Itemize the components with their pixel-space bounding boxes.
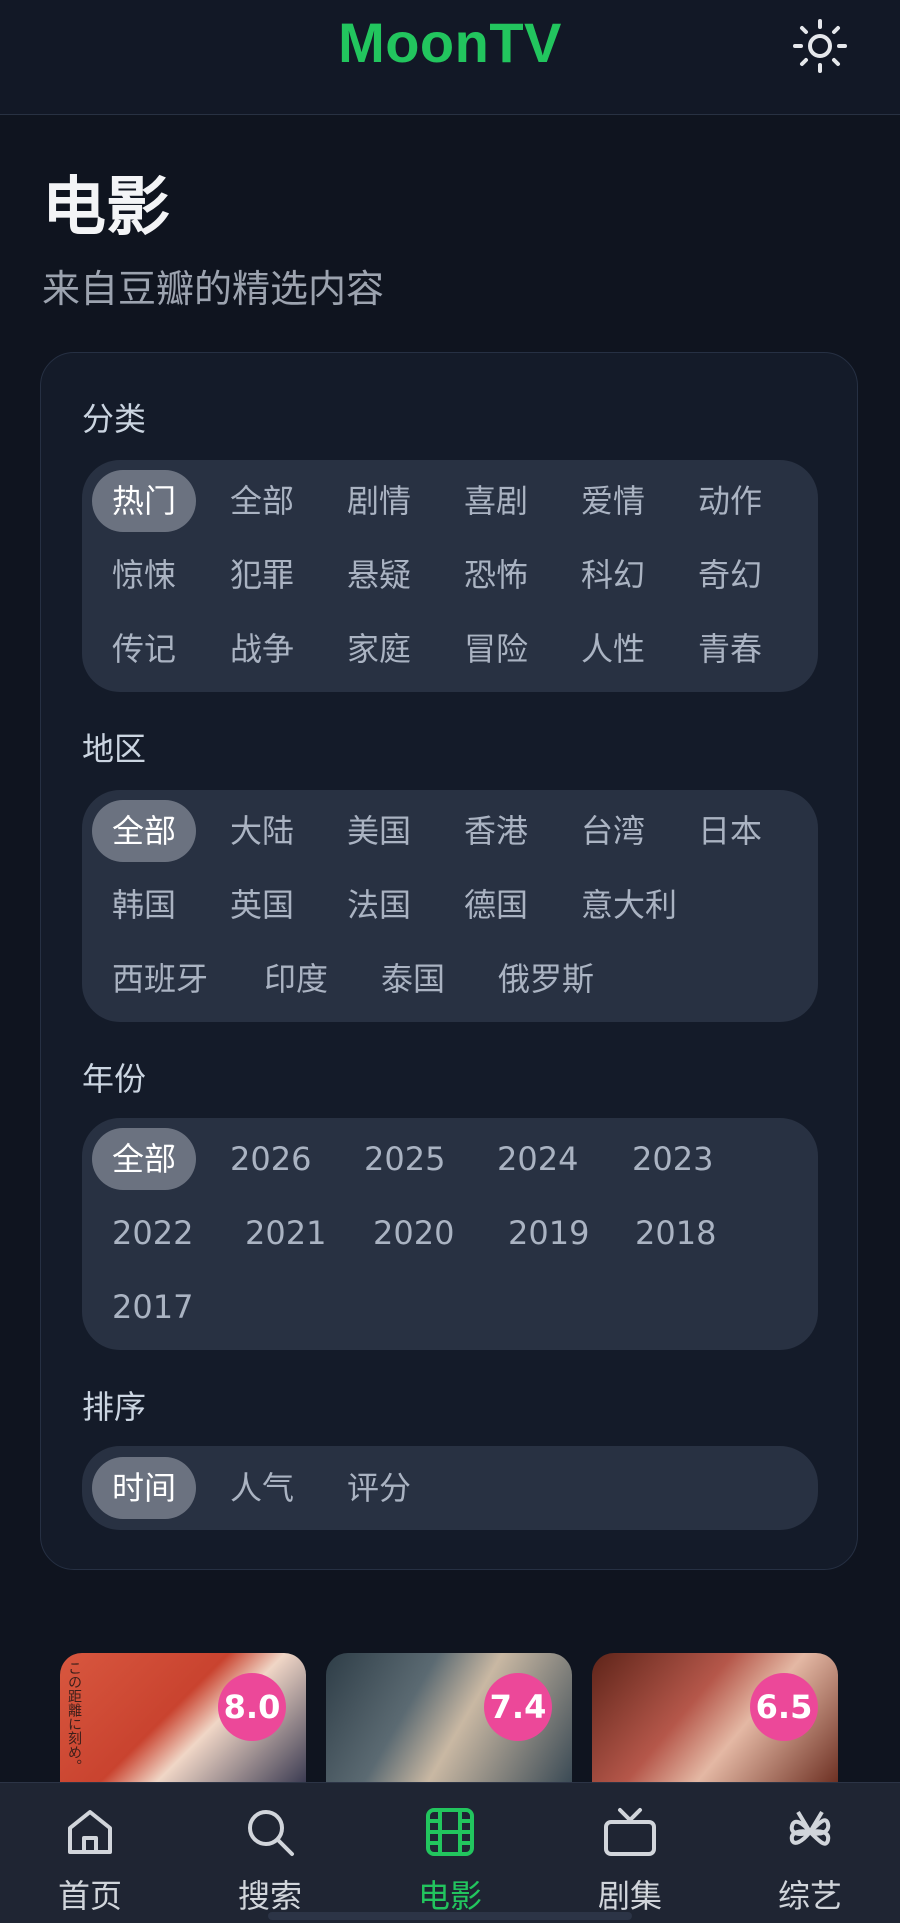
chip-year-2020[interactable]: 2020 xyxy=(373,1202,454,1264)
chip-category-action[interactable]: 动作 xyxy=(698,470,762,532)
chip-region-spain[interactable]: 西班牙 xyxy=(112,948,208,1010)
chip-year-2017[interactable]: 2017 xyxy=(112,1276,193,1338)
region-options: 全部 大陆 美国 香港 台湾 日本 韩国 英国 法国 德国 意大利 西班牙 印度… xyxy=(82,790,818,1022)
theme-toggle-button[interactable] xyxy=(788,14,852,78)
chip-region-hongkong[interactable]: 香港 xyxy=(464,800,528,862)
chip-year-2025[interactable]: 2025 xyxy=(364,1128,445,1190)
movie-card[interactable]: 7.4 xyxy=(326,1653,572,1783)
category-options: 热门 全部 剧情 喜剧 爱情 动作 惊悚 犯罪 悬疑 恐怖 科幻 奇幻 传记 战… xyxy=(82,460,818,692)
nav-label: 综艺 xyxy=(777,1877,842,1915)
chip-year-2021[interactable]: 2021 xyxy=(245,1202,326,1264)
app-title[interactable]: MoonTV xyxy=(0,10,900,75)
chip-region-korea[interactable]: 韩国 xyxy=(112,874,176,936)
chip-category-biography[interactable]: 传记 xyxy=(112,618,176,680)
movie-card[interactable]: この距離に刻め。 8.0 xyxy=(60,1653,306,1783)
chip-region-all[interactable]: 全部 xyxy=(92,800,197,862)
nav-variety[interactable]: 综艺 xyxy=(750,1801,870,1917)
chip-category-romance[interactable]: 爱情 xyxy=(581,470,645,532)
film-icon xyxy=(426,1808,474,1856)
nav-series[interactable]: 剧集 xyxy=(570,1801,690,1917)
chip-category-drama[interactable]: 剧情 xyxy=(347,470,411,532)
chip-year-2019[interactable]: 2019 xyxy=(508,1202,589,1264)
chip-category-scifi[interactable]: 科幻 xyxy=(581,544,645,606)
region-label: 地区 xyxy=(82,730,147,768)
chip-year-2023[interactable]: 2023 xyxy=(632,1128,713,1190)
chip-region-taiwan[interactable]: 台湾 xyxy=(581,800,645,862)
category-label: 分类 xyxy=(82,400,147,438)
search-icon xyxy=(248,1810,294,1856)
chip-category-hot[interactable]: 热门 xyxy=(92,470,197,532)
home-indicator xyxy=(268,1912,632,1920)
chip-category-crime[interactable]: 犯罪 xyxy=(230,544,294,606)
chip-region-germany[interactable]: 德国 xyxy=(464,874,528,936)
sort-options: 时间 人气 评分 xyxy=(82,1446,818,1530)
chip-region-japan[interactable]: 日本 xyxy=(698,800,762,862)
chip-category-youth[interactable]: 青春 xyxy=(698,618,762,680)
rating-badge: 8.0 xyxy=(218,1673,286,1741)
chip-category-horror[interactable]: 恐怖 xyxy=(464,544,528,606)
bottom-navigation: 首页 搜索 电影 剧集 综艺 xyxy=(0,1782,900,1923)
clover-icon xyxy=(789,1810,831,1846)
nav-home[interactable]: 首页 xyxy=(30,1801,150,1917)
rating-badge: 6.5 xyxy=(750,1673,818,1741)
chip-region-france[interactable]: 法国 xyxy=(347,874,411,936)
nav-label: 搜索 xyxy=(237,1877,302,1915)
sort-label: 排序 xyxy=(82,1388,147,1426)
year-options: 全部 2026 2025 2024 2023 2022 2021 2020 20… xyxy=(82,1118,818,1350)
chip-region-usa[interactable]: 美国 xyxy=(347,800,411,862)
page-subtitle: 来自豆瓣的精选内容 xyxy=(42,267,385,311)
chip-sort-time[interactable]: 时间 xyxy=(92,1457,197,1519)
nav-movies[interactable]: 电影 xyxy=(390,1801,510,1917)
chip-category-war[interactable]: 战争 xyxy=(230,618,294,680)
chip-sort-rating[interactable]: 评分 xyxy=(347,1457,411,1519)
chip-sort-popularity[interactable]: 人气 xyxy=(230,1457,294,1519)
chip-category-comedy[interactable]: 喜剧 xyxy=(464,470,528,532)
year-label: 年份 xyxy=(82,1060,147,1098)
tv-icon xyxy=(604,1808,656,1856)
movie-card[interactable]: 6.5 xyxy=(592,1653,838,1783)
chip-region-uk[interactable]: 英国 xyxy=(230,874,294,936)
chip-year-2024[interactable]: 2024 xyxy=(497,1128,578,1190)
nav-label: 首页 xyxy=(57,1877,122,1915)
nav-label: 电影 xyxy=(417,1877,482,1915)
chip-year-2022[interactable]: 2022 xyxy=(112,1202,193,1264)
poster-caption: この距離に刻め。 xyxy=(66,1661,82,1773)
chip-region-india[interactable]: 印度 xyxy=(264,948,328,1010)
page-title: 电影 xyxy=(42,171,170,245)
chip-category-all[interactable]: 全部 xyxy=(230,470,294,532)
chip-year-2018[interactable]: 2018 xyxy=(635,1202,716,1264)
chip-region-thailand[interactable]: 泰国 xyxy=(381,948,445,1010)
chip-category-adventure[interactable]: 冒险 xyxy=(464,618,528,680)
chip-year-2026[interactable]: 2026 xyxy=(230,1128,311,1190)
chip-region-mainland[interactable]: 大陆 xyxy=(230,800,294,862)
top-header: MoonTV xyxy=(0,0,900,115)
chip-category-thriller[interactable]: 惊悚 xyxy=(112,544,176,606)
chip-category-family[interactable]: 家庭 xyxy=(347,618,411,680)
chip-category-mystery[interactable]: 悬疑 xyxy=(347,544,411,606)
chip-region-italy[interactable]: 意大利 xyxy=(581,874,677,936)
rating-badge: 7.4 xyxy=(484,1673,552,1741)
home-icon xyxy=(68,1810,112,1854)
chip-year-all[interactable]: 全部 xyxy=(92,1128,197,1190)
chip-category-humanity[interactable]: 人性 xyxy=(581,618,645,680)
sun-icon xyxy=(793,19,847,73)
nav-search[interactable]: 搜索 xyxy=(210,1801,330,1917)
chip-category-fantasy[interactable]: 奇幻 xyxy=(698,544,762,606)
chip-region-russia[interactable]: 俄罗斯 xyxy=(498,948,594,1010)
nav-label: 剧集 xyxy=(597,1877,662,1915)
